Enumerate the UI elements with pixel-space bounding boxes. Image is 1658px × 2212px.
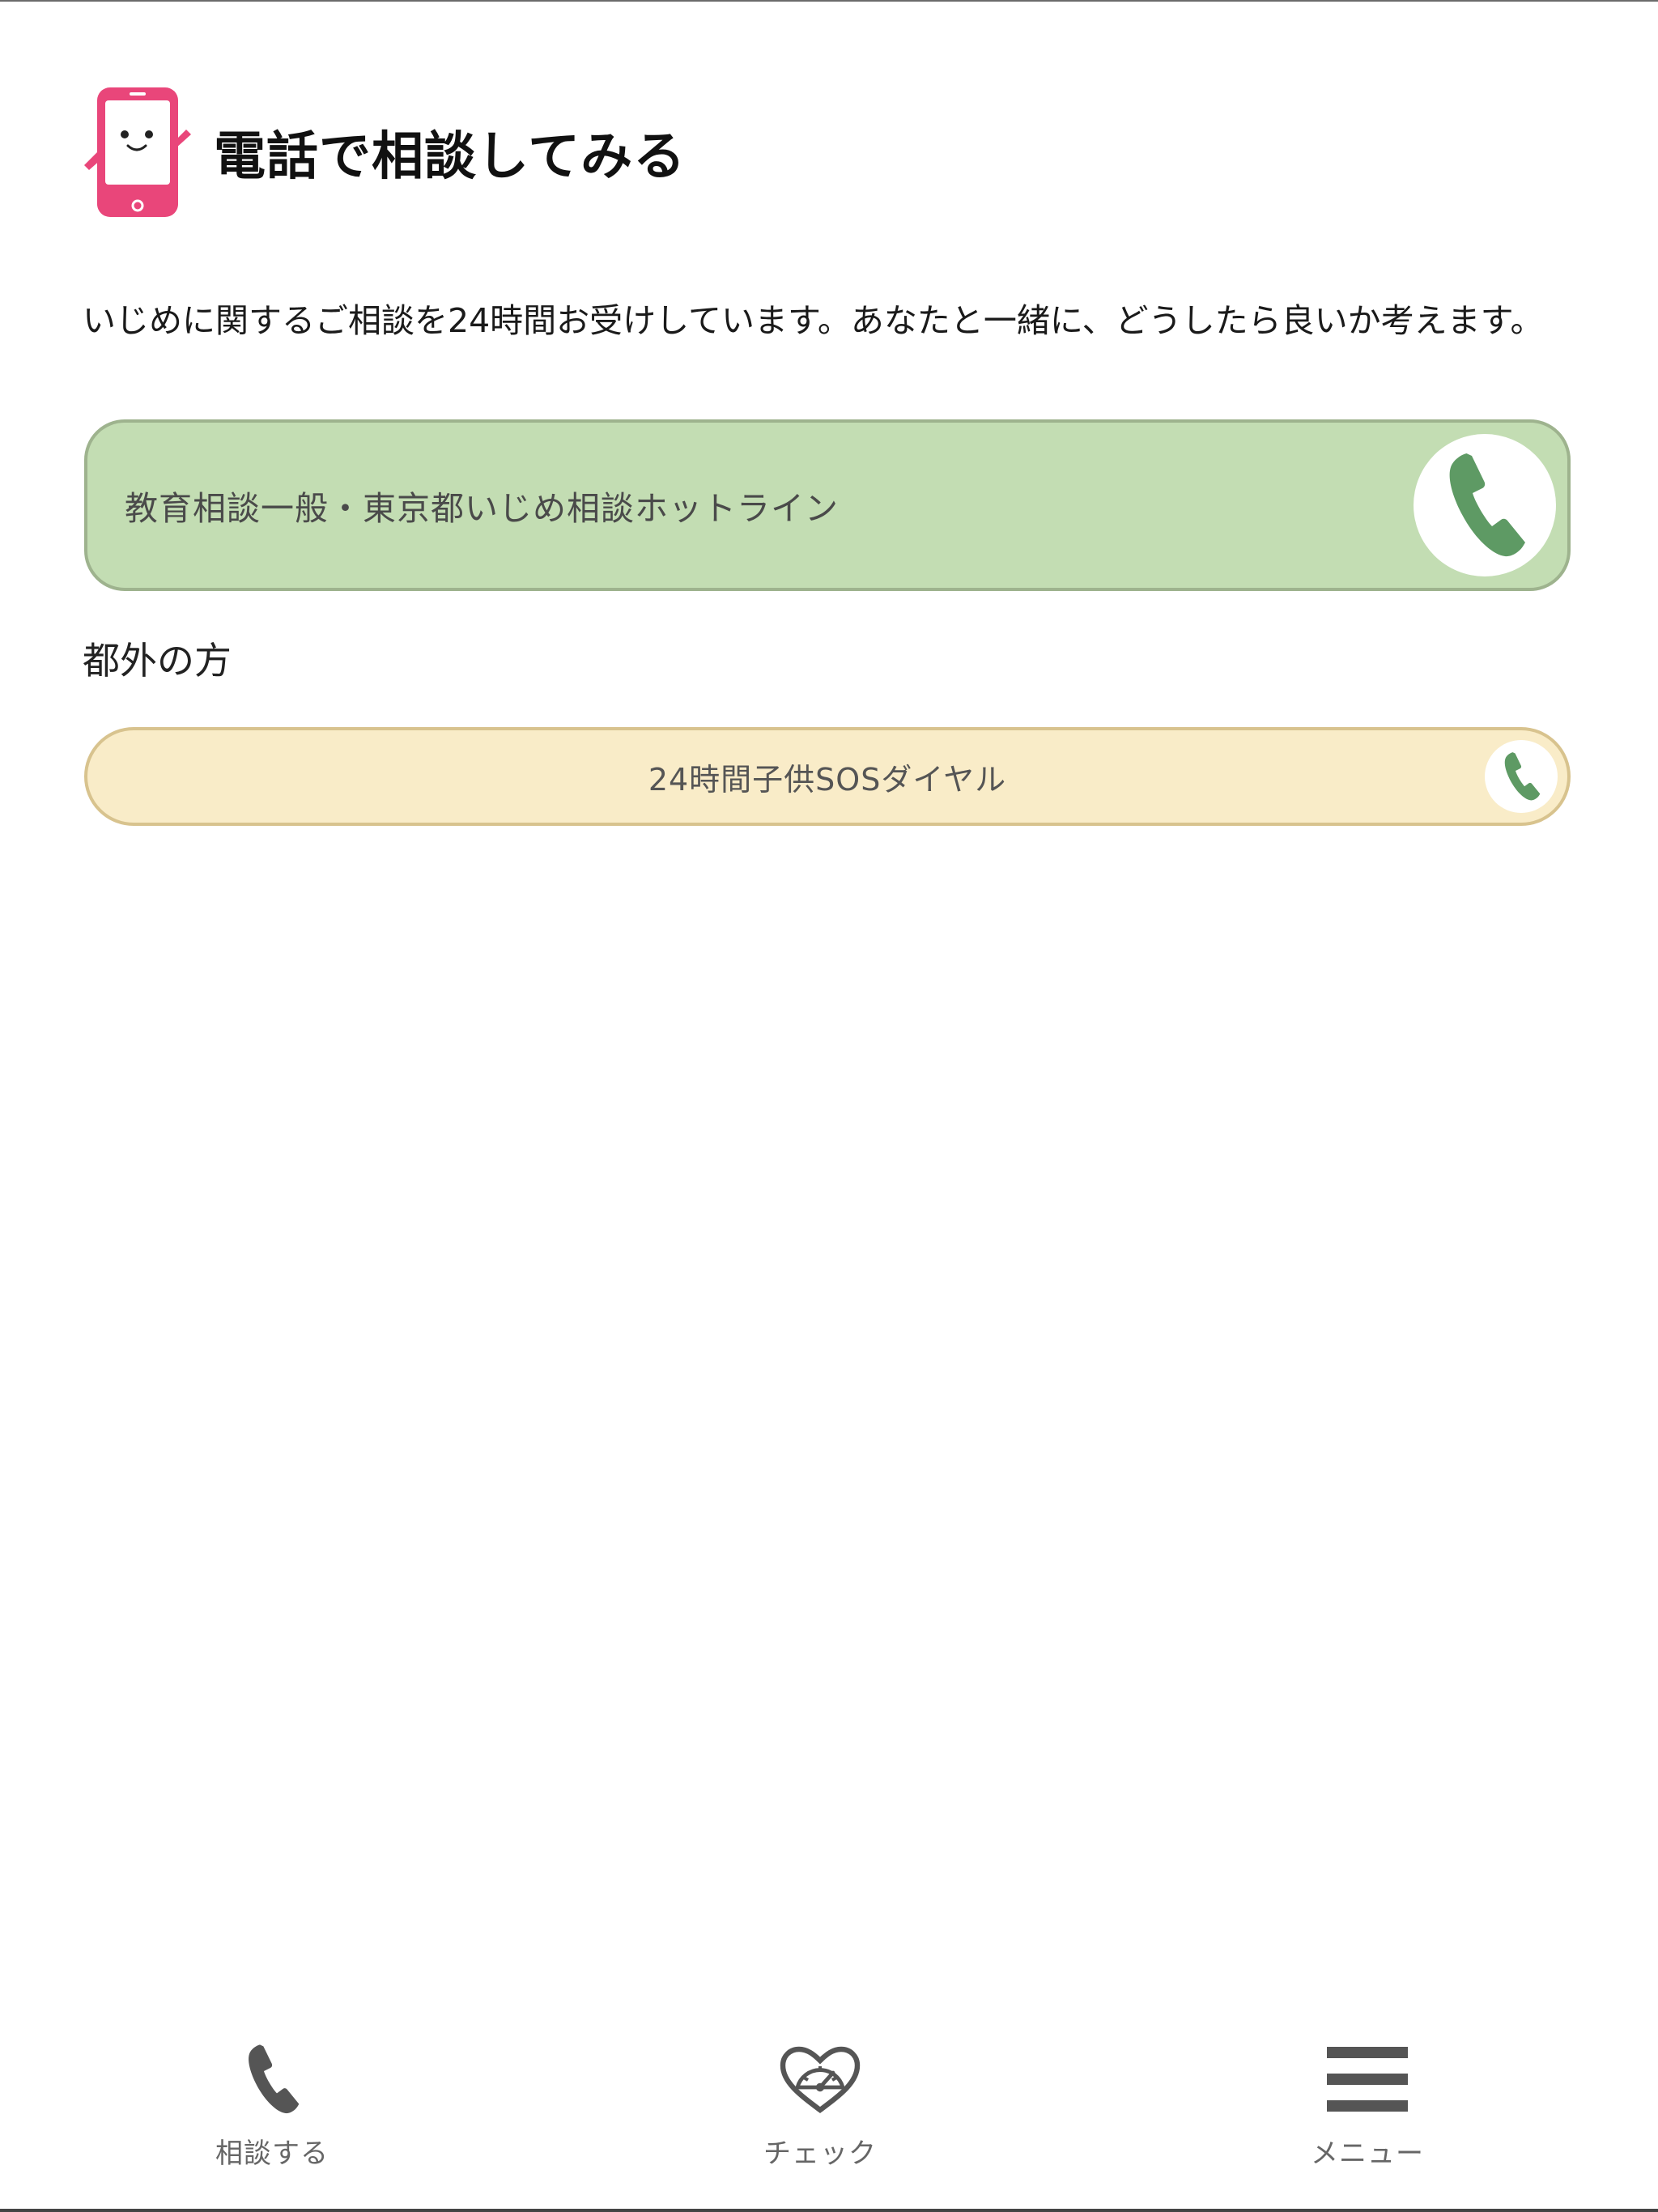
page-header: 電話で相談してみる	[83, 86, 686, 219]
nav-consult-label: 相談する	[215, 2138, 329, 2170]
secondary-hotline-icon-circle	[1485, 740, 1558, 813]
outside-tokyo-heading: 都外の方	[83, 639, 232, 683]
heart-gauge-icon	[778, 2031, 862, 2128]
top-border	[0, 0, 1658, 2]
phone-icon	[1504, 752, 1541, 801]
phone-icon	[240, 2031, 304, 2128]
nav-menu[interactable]: メニュー	[1246, 2010, 1489, 2212]
nav-check[interactable]: チェック	[699, 2010, 942, 2212]
primary-hotline-button[interactable]: 教育相談一般・東京都いじめ相談ホットライン	[84, 419, 1571, 591]
primary-hotline-icon-circle	[1414, 434, 1556, 576]
secondary-hotline-button[interactable]: 24時間子供SOSダイヤル	[84, 727, 1571, 826]
secondary-hotline-label: 24時間子供SOSダイヤル	[648, 761, 1007, 798]
intro-text: いじめに関するご相談を24時間お受けしています。あなたと一緒に、どうしたら良いか…	[83, 301, 1544, 340]
bottom-navigation: 相談する チェック メニュー	[0, 2010, 1658, 2212]
tokyo-phone-mascot-logo	[84, 87, 191, 217]
bottom-border	[0, 2209, 1658, 2212]
primary-hotline-label: 教育相談一般・東京都いじめ相談ホットライン	[125, 489, 839, 528]
nav-check-label: チェック	[763, 2138, 877, 2170]
hamburger-menu-icon	[1327, 2031, 1408, 2128]
nav-menu-label: メニュー	[1311, 2138, 1424, 2170]
phone-icon	[1449, 453, 1525, 557]
page-title: 電話で相談してみる	[214, 127, 687, 187]
nav-consult[interactable]: 相談する	[151, 2010, 393, 2212]
